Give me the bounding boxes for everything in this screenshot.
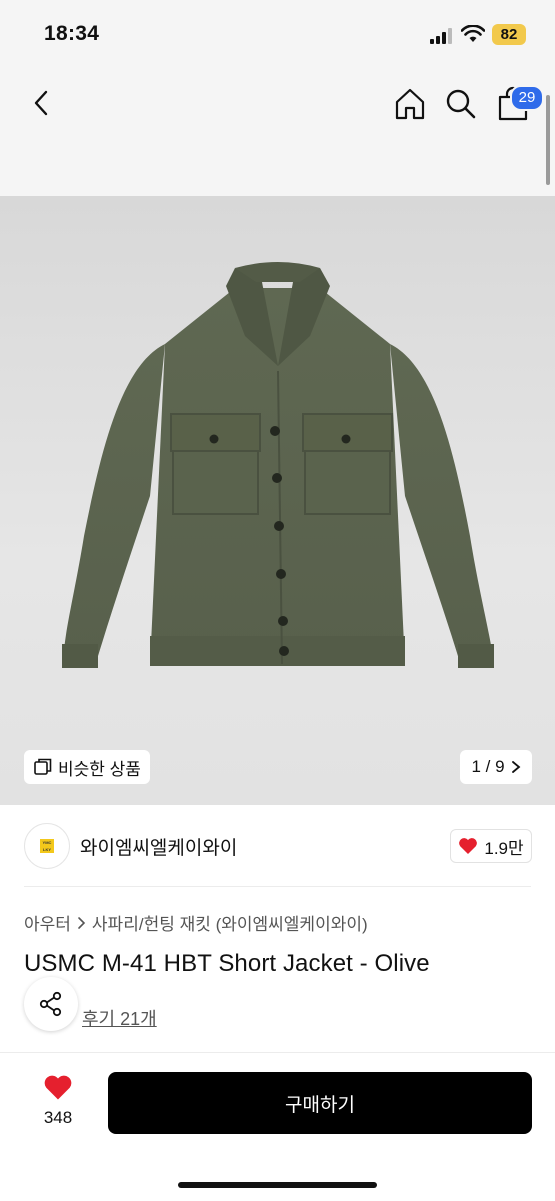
chevron-right-icon [511, 761, 520, 773]
home-icon[interactable] [393, 87, 427, 121]
scroll-indicator [546, 95, 550, 185]
heart-icon [44, 1075, 72, 1100]
brand-name[interactable]: 와이엠씨엘케이와이 [80, 833, 237, 860]
back-icon[interactable] [28, 88, 54, 118]
share-icon [39, 991, 62, 1017]
battery-indicator: 82 [492, 24, 526, 45]
review-link[interactable]: 후기 21개 [82, 1005, 157, 1031]
search-icon[interactable] [445, 88, 477, 120]
heart-icon [459, 838, 478, 854]
breadcrumb[interactable]: 아우터 사파리/헌팅 재킷 (와이엠씨엘케이와이) [24, 910, 368, 935]
home-indicator [178, 1182, 377, 1188]
signal-icon [430, 28, 452, 44]
image-pager[interactable]: 1 / 9 [460, 750, 532, 784]
jacket-illustration [62, 262, 494, 668]
product-image[interactable] [0, 196, 555, 805]
similar-label: 비슷한 상품 [58, 759, 141, 779]
brand-like-button[interactable]: 1.9만 [450, 829, 532, 863]
similar-icon [34, 758, 52, 775]
breadcrumb-category[interactable]: 아우터 [24, 910, 71, 935]
cart-count-badge: 29 [510, 85, 544, 111]
divider [24, 886, 531, 887]
brand-logo-mark: YMC LKY [40, 839, 54, 853]
product-title: USMC M-41 HBT Short Jacket - Olive [24, 950, 430, 977]
share-button[interactable] [24, 977, 78, 1031]
similar-products-button[interactable]: 비슷한 상품 [24, 750, 150, 784]
status-time: 18:34 [44, 22, 100, 45]
pager-text: 1 / 9 [471, 757, 505, 776]
chevron-right-icon [78, 916, 86, 929]
breadcrumb-subcategory[interactable]: 사파리/헌팅 재킷 (와이엠씨엘케이와이) [92, 910, 368, 935]
wish-count: 348 [43, 1108, 73, 1127]
brand-like-count: 1.9만 [484, 838, 524, 858]
buy-button[interactable]: 구매하기 [108, 1072, 532, 1134]
brand-logo[interactable]: YMC LKY [24, 823, 70, 869]
wifi-icon [461, 25, 485, 42]
